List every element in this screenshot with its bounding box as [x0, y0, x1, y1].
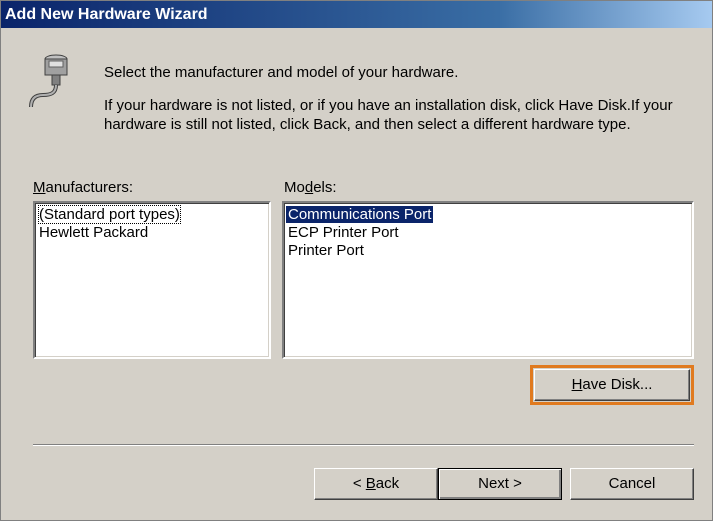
have-disk-button[interactable]: Have Disk... — [534, 369, 690, 401]
list-item[interactable]: ECP Printer Port — [286, 224, 690, 242]
manufacturers-label: Manufacturers: — [33, 179, 134, 196]
title-bar[interactable]: Add New Hardware Wizard — [1, 1, 712, 28]
list-item[interactable]: Hewlett Packard — [37, 224, 267, 242]
separator — [33, 444, 694, 446]
list-item[interactable]: (Standard port types) — [37, 205, 267, 224]
intro-heading: Select the manufacturer and model of you… — [104, 64, 459, 81]
manufacturers-list[interactable]: (Standard port types) Hewlett Packard — [33, 201, 271, 359]
serial-port-connector-icon — [29, 54, 68, 108]
models-label: Models: — [284, 179, 337, 196]
next-button[interactable]: Next > — [438, 468, 562, 500]
window-title: Add New Hardware Wizard — [5, 6, 208, 23]
list-item[interactable]: Printer Port — [286, 242, 690, 260]
models-list[interactable]: Communications Port ECP Printer Port Pri… — [282, 201, 694, 359]
intro-text: Select the manufacturer and model of you… — [104, 63, 694, 134]
cancel-button[interactable]: Cancel — [570, 468, 694, 500]
back-button[interactable]: < Back — [314, 468, 438, 500]
list-item[interactable]: Communications Port — [286, 206, 690, 224]
intro-detail: If your hardware is not listed, or if yo… — [104, 97, 673, 133]
add-hardware-wizard-window: Add New Hardware Wizard Select the manuf… — [0, 0, 713, 521]
